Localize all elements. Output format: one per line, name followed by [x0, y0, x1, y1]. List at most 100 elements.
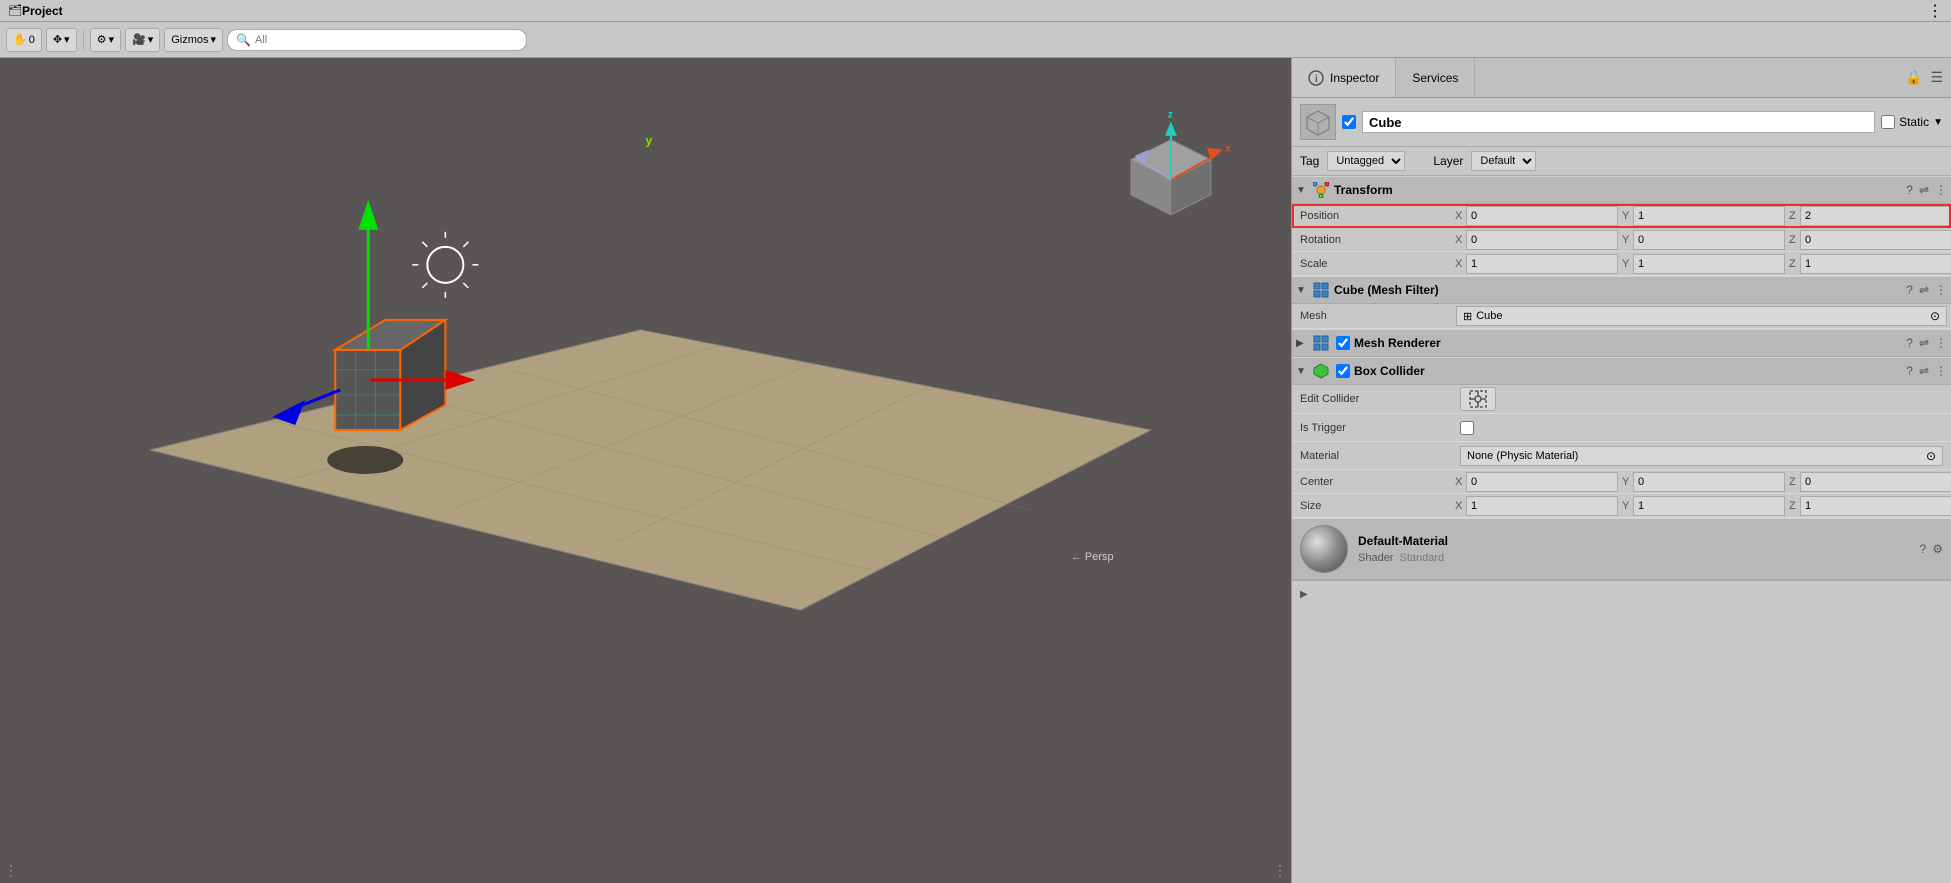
mesh-renderer-arrow[interactable]: [1296, 338, 1308, 349]
static-label: Static: [1899, 115, 1929, 129]
bottom-left-dots: ⋮: [4, 862, 18, 879]
position-label: Position: [1292, 210, 1452, 222]
mesh-icon: ⊞: [1463, 310, 1472, 323]
size-z-field: Z: [1786, 496, 1951, 516]
hand-tool-btn[interactable]: ✋ 0: [6, 28, 42, 52]
center-z-input[interactable]: [1800, 472, 1951, 492]
mesh-filter-settings-btn[interactable]: ⇌: [1919, 283, 1929, 297]
mesh-renderer-enabled-checkbox[interactable]: [1336, 336, 1350, 350]
mesh-renderer-menu-btn[interactable]: ⋮: [1935, 336, 1947, 350]
mesh-renderer-settings-btn[interactable]: ⇌: [1919, 336, 1929, 350]
scale-y-input[interactable]: [1633, 254, 1785, 274]
box-collider-help-btn[interactable]: ?: [1906, 364, 1913, 378]
transform-help-btn[interactable]: ?: [1906, 183, 1913, 197]
size-label: Size: [1292, 500, 1452, 512]
size-y-field: Y: [1619, 496, 1785, 516]
center-y-input[interactable]: [1633, 472, 1785, 492]
position-y-input[interactable]: [1633, 206, 1785, 226]
static-checkbox[interactable]: [1881, 115, 1895, 129]
mesh-filter-menu-btn[interactable]: ⋮: [1935, 283, 1947, 297]
mesh-target-btn[interactable]: ⊙: [1930, 309, 1940, 323]
scale-y-field: Y: [1619, 254, 1785, 274]
toolbar: ✋ 0 ✥ ▾ ⚙ ▾ 🎥 ▾ Gizmos ▾ 🔍: [0, 22, 1951, 58]
search-input[interactable]: [255, 34, 518, 46]
material-preview: [1300, 525, 1348, 573]
scale-z-input[interactable]: [1800, 254, 1951, 274]
center-x-field: X: [1452, 472, 1618, 492]
position-x-label: X: [1452, 210, 1466, 222]
gizmos-btn[interactable]: Gizmos ▾: [164, 28, 223, 52]
rotation-x-input[interactable]: [1466, 230, 1618, 250]
size-z-input[interactable]: [1800, 496, 1951, 516]
project-title: Project: [22, 4, 63, 18]
scene-3d[interactable]: y ← Persp z x: [0, 58, 1291, 883]
box-collider-menu-btn[interactable]: ⋮: [1935, 364, 1947, 378]
physic-material-text: None (Physic Material): [1467, 450, 1578, 462]
top-bar: 🗂 Project ⋮: [0, 0, 1951, 22]
tag-select[interactable]: Untagged: [1327, 151, 1405, 171]
transform-menu-btn[interactable]: ⋮: [1935, 183, 1947, 197]
rotation-y-input[interactable]: [1633, 230, 1785, 250]
transform-section-header: Transform ? ⇌ ⋮: [1292, 176, 1951, 204]
scale-x-input[interactable]: [1466, 254, 1618, 274]
tab-actions: 🔒 ☰: [1903, 58, 1951, 97]
mesh-filter-help-btn[interactable]: ?: [1906, 283, 1913, 297]
center-values: X Y Z: [1452, 472, 1951, 492]
transform-actions: ? ⇌ ⋮: [1906, 183, 1947, 197]
tab-services-label: Services: [1412, 71, 1458, 85]
tab-services[interactable]: Services: [1396, 58, 1475, 97]
layer-select[interactable]: Default: [1471, 151, 1536, 171]
transform-settings-btn[interactable]: ⇌: [1919, 183, 1929, 197]
gizmos-label: Gizmos: [171, 34, 208, 46]
static-dropdown-btn[interactable]: ▼: [1933, 117, 1943, 128]
mesh-value: ⊞ Cube ⊙: [1456, 306, 1947, 326]
position-z-input[interactable]: [1800, 206, 1951, 226]
move-tool-btn[interactable]: ✥ ▾: [46, 28, 77, 52]
center-z-label: Z: [1786, 476, 1800, 488]
mesh-filter-title: Cube (Mesh Filter): [1334, 283, 1902, 297]
lock-btn[interactable]: 🔒: [1903, 67, 1924, 88]
folder-icon: 🗂: [8, 4, 22, 17]
size-x-input[interactable]: [1466, 496, 1618, 516]
center-x-label: X: [1452, 476, 1466, 488]
svg-text:z: z: [1168, 110, 1173, 121]
edit-collider-btn[interactable]: [1460, 387, 1496, 411]
tab-inspector[interactable]: i Inspector: [1292, 58, 1396, 97]
box-collider-section-header: Box Collider ? ⇌ ⋮: [1292, 357, 1951, 385]
rotation-z-input[interactable]: [1800, 230, 1951, 250]
position-x-input[interactable]: [1466, 206, 1618, 226]
size-z-label: Z: [1786, 500, 1800, 512]
svg-text:← Persp: ← Persp: [1071, 551, 1114, 563]
center-x-input[interactable]: [1466, 472, 1618, 492]
mesh-filter-arrow[interactable]: [1296, 285, 1308, 296]
camera-btn[interactable]: 🎥 ▾: [125, 28, 160, 52]
material-help-btn[interactable]: ?: [1920, 542, 1927, 556]
box-collider-arrow[interactable]: [1296, 366, 1308, 377]
tools-btn[interactable]: ⚙ ▾: [90, 28, 121, 52]
object-enabled-checkbox[interactable]: [1342, 115, 1356, 129]
size-x-label: X: [1452, 500, 1466, 512]
tab-menu-btn[interactable]: ☰: [1928, 67, 1945, 88]
box-collider-settings-btn[interactable]: ⇌: [1919, 364, 1929, 378]
physic-material-target-btn[interactable]: ⊙: [1926, 449, 1936, 463]
transform-icon: [1312, 181, 1330, 199]
mesh-renderer-help-btn[interactable]: ?: [1906, 336, 1913, 350]
object-name-input[interactable]: [1362, 111, 1875, 133]
transform-arrow[interactable]: [1296, 185, 1308, 196]
is-trigger-checkbox[interactable]: [1460, 421, 1474, 435]
mesh-renderer-section-header: Mesh Renderer ? ⇌ ⋮: [1292, 329, 1951, 357]
expand-arrow[interactable]: ▶: [1300, 589, 1308, 600]
tools-icon: ⚙: [97, 33, 107, 46]
top-bar-menu-icon[interactable]: ⋮: [1927, 1, 1943, 21]
material-section: Default-Material Shader Standard ? ⚙: [1292, 518, 1951, 580]
material-settings-btn[interactable]: ⚙: [1932, 542, 1943, 556]
box-collider-enabled-checkbox[interactable]: [1336, 364, 1350, 378]
toolbar-sep-1: [83, 30, 84, 50]
size-y-label: Y: [1619, 500, 1633, 512]
rotation-y-field: Y: [1619, 230, 1785, 250]
size-y-input[interactable]: [1633, 496, 1785, 516]
center-z-field: Z: [1786, 472, 1951, 492]
layer-label: Layer: [1433, 154, 1463, 168]
camera-dropdown: ▾: [148, 33, 154, 46]
search-box: 🔍: [227, 29, 527, 51]
